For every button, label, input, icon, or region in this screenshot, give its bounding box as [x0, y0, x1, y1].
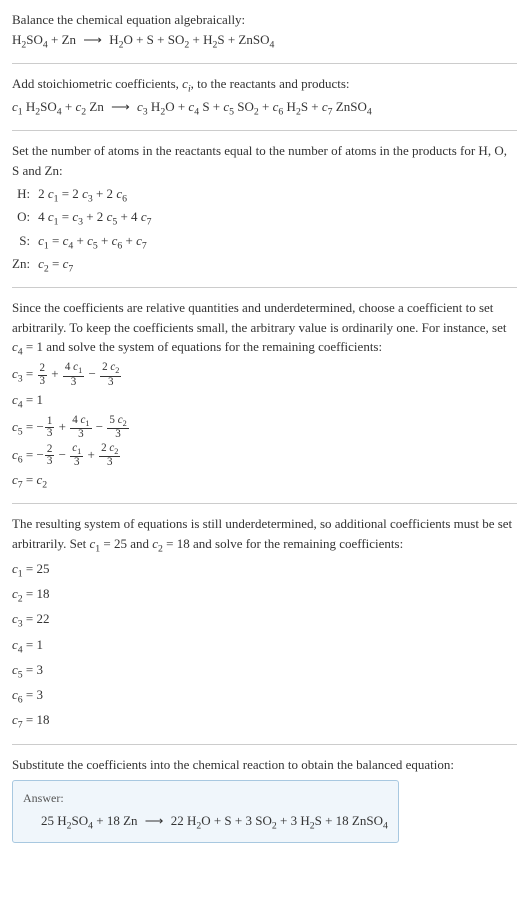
stoich-section: Add stoichiometric coefficients, ci, to … [12, 74, 517, 120]
atom-row-zn: Zn: c2 = c7 [12, 254, 151, 277]
atoms-intro: Set the number of atoms in the reactants… [12, 141, 517, 180]
answer-label: Answer: [23, 789, 388, 807]
atom-eq: c2 = c7 [38, 254, 151, 277]
divider [12, 744, 517, 745]
atom-row-h: H: 2 c1 = 2 c3 + 2 c6 [12, 184, 151, 207]
c5-line: c5 = −13 + 4 c13 − 5 c23 [12, 415, 517, 441]
c7-line: c7 = c2 [12, 470, 517, 493]
final-section: Substitute the coefficients into the che… [12, 755, 517, 844]
ci-var: ci [182, 76, 191, 91]
underdet1-text: Since the coefficients are relative quan… [12, 298, 517, 360]
atom-eq: 4 c1 = c3 + 2 c5 + 4 c7 [38, 207, 151, 230]
eq-left: H2SO4 + Zn [12, 32, 76, 47]
c4-line: c4 = 1 [12, 390, 517, 413]
divider [12, 503, 517, 504]
atom-row-s: S: c1 = c4 + c5 + c6 + c7 [12, 231, 151, 254]
c6-val: c6 = 3 [12, 685, 517, 708]
intro-equation: H2SO4 + Zn ⟶ H2O + S + SO2 + H2S + ZnSO4 [12, 30, 517, 53]
c3-line: c3 = 23 + 4 c13 − 2 c23 [12, 362, 517, 388]
atoms-section: Set the number of atoms in the reactants… [12, 141, 517, 277]
eq-right: H2O + S + SO2 + H2S + ZnSO4 [109, 32, 274, 47]
atoms-table: H: 2 c1 = 2 c3 + 2 c6 O: 4 c1 = c3 + 2 c… [12, 184, 151, 277]
stoich-text-part2: , to the reactants and products: [191, 76, 350, 91]
arrow-icon: ⟶ [111, 97, 130, 117]
divider [12, 63, 517, 64]
c6-line: c6 = −23 − c13 + 2 c23 [12, 443, 517, 469]
divider [12, 130, 517, 131]
atom-label: O: [12, 207, 38, 230]
c7-val: c7 = 18 [12, 710, 517, 733]
arrow-icon: ⟶ [145, 811, 164, 831]
intro-section: Balance the chemical equation algebraica… [12, 10, 517, 53]
stoich-text: Add stoichiometric coefficients, ci, to … [12, 74, 517, 97]
stoich-equation: c1 H2SO4 + c2 Zn ⟶ c3 H2O + c4 S + c5 SO… [12, 97, 517, 120]
c2-val: c2 = 18 [12, 584, 517, 607]
answer-box: Answer: 25 H2SO4 + 18 Zn ⟶ 22 H2O + S + … [12, 780, 399, 843]
atom-label: H: [12, 184, 38, 207]
atom-eq: 2 c1 = 2 c3 + 2 c6 [38, 184, 151, 207]
c5-val: c5 = 3 [12, 660, 517, 683]
answer-equation: 25 H2SO4 + 18 Zn ⟶ 22 H2O + S + 3 SO2 + … [23, 811, 388, 834]
underdet2-text: The resulting system of equations is sti… [12, 514, 517, 557]
atom-label: Zn: [12, 254, 38, 277]
atom-row-o: O: 4 c1 = c3 + 2 c5 + 4 c7 [12, 207, 151, 230]
c3-val: c3 = 22 [12, 609, 517, 632]
c4-val: c4 = 1 [12, 635, 517, 658]
arrow-icon: ⟶ [83, 30, 102, 50]
stoich-text-part1: Add stoichiometric coefficients, [12, 76, 182, 91]
final-text: Substitute the coefficients into the che… [12, 755, 517, 775]
divider [12, 287, 517, 288]
intro-text: Balance the chemical equation algebraica… [12, 10, 517, 30]
atom-label: S: [12, 231, 38, 254]
underdet2-section: The resulting system of equations is sti… [12, 514, 517, 733]
underdet1-section: Since the coefficients are relative quan… [12, 298, 517, 493]
atom-eq: c1 = c4 + c5 + c6 + c7 [38, 231, 151, 254]
c1-val: c1 = 25 [12, 559, 517, 582]
